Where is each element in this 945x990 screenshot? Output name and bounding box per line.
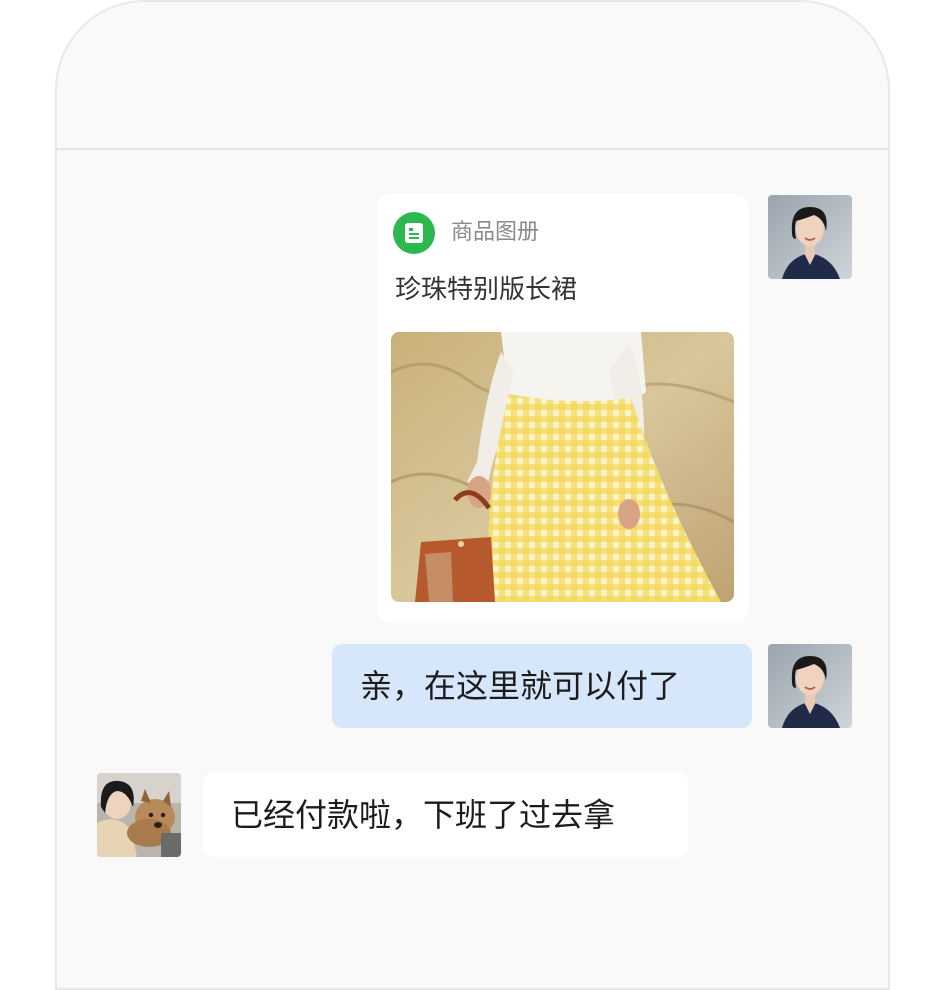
card-source-label: 商品图册 (451, 220, 540, 245)
incoming-message-bubble[interactable]: 已经付款啦，下班了过去拿 (203, 773, 688, 857)
chat-header (57, 2, 888, 150)
customer-avatar[interactable] (97, 773, 181, 857)
outgoing-message-bubble[interactable]: 亲，在这里就可以付了 (332, 644, 752, 728)
chat-window: 商品图册 珍珠特别版长裙 亲，在这里就可以付了 已经付款啦，下班了过去拿 (55, 0, 890, 990)
catalog-icon (393, 212, 435, 254)
product-image[interactable] (391, 332, 734, 602)
product-card[interactable]: 商品图册 珍珠特别版长裙 (377, 194, 749, 623)
agent-avatar[interactable] (768, 644, 852, 728)
product-title: 珍珠特别版长裙 (395, 275, 578, 305)
agent-avatar[interactable] (768, 195, 852, 279)
